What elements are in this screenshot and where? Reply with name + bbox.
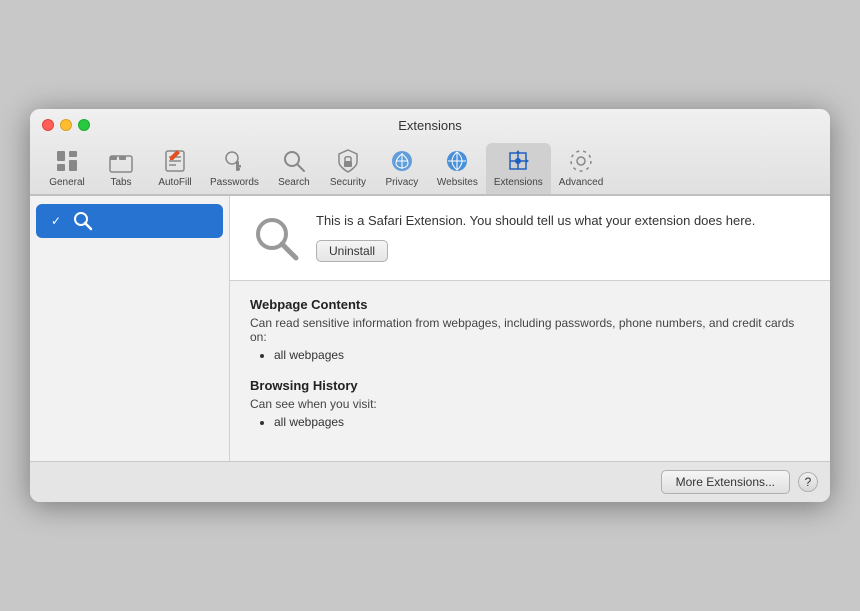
maximize-button[interactable] bbox=[78, 119, 90, 131]
webpage-contents-title: Webpage Contents bbox=[250, 297, 810, 312]
toolbar-item-extensions[interactable]: Extensions bbox=[486, 143, 551, 194]
toolbar: General Tabs bbox=[30, 139, 830, 194]
help-button[interactable]: ? bbox=[798, 472, 818, 492]
toolbar-item-passwords[interactable]: Passwords bbox=[202, 143, 267, 194]
tabs-label: Tabs bbox=[110, 177, 131, 188]
advanced-label: Advanced bbox=[559, 177, 603, 188]
titlebar: Extensions General bbox=[30, 109, 830, 195]
search-icon bbox=[280, 147, 308, 175]
close-button[interactable] bbox=[42, 119, 54, 131]
minimize-button[interactable] bbox=[60, 119, 72, 131]
window-controls bbox=[42, 119, 90, 131]
browsing-history-item: all webpages bbox=[274, 415, 810, 429]
sidebar-ext-icon bbox=[72, 210, 94, 232]
search-label: Search bbox=[278, 177, 310, 188]
toolbar-item-search[interactable]: Search bbox=[267, 143, 321, 194]
privacy-icon bbox=[388, 147, 416, 175]
passwords-label: Passwords bbox=[210, 177, 259, 188]
extension-description-text: This is a Safari Extension. You should t… bbox=[316, 212, 810, 230]
footer: More Extensions... ? bbox=[30, 461, 830, 502]
webpage-contents-item: all webpages bbox=[274, 348, 810, 362]
websites-icon bbox=[443, 147, 471, 175]
toolbar-item-privacy[interactable]: Privacy bbox=[375, 143, 429, 194]
extensions-icon bbox=[504, 147, 532, 175]
window-title: Extensions bbox=[398, 118, 462, 133]
toolbar-item-security[interactable]: Security bbox=[321, 143, 375, 194]
browsing-history-title: Browsing History bbox=[250, 378, 810, 393]
permissions-area: Webpage Contents Can read sensitive info… bbox=[230, 281, 830, 461]
security-icon bbox=[334, 147, 362, 175]
safari-extensions-window: Extensions General bbox=[30, 109, 830, 502]
toolbar-item-general[interactable]: General bbox=[40, 143, 94, 194]
sidebar-item-search-ext[interactable]: ✓ bbox=[36, 204, 223, 238]
more-extensions-button[interactable]: More Extensions... bbox=[661, 470, 790, 494]
toolbar-item-autofill[interactable]: AutoFill bbox=[148, 143, 202, 194]
sidebar: ✓ bbox=[30, 196, 230, 461]
webpage-contents-desc: Can read sensitive information from webp… bbox=[250, 316, 810, 344]
autofill-icon bbox=[161, 147, 189, 175]
advanced-icon bbox=[567, 147, 595, 175]
security-label: Security bbox=[330, 177, 366, 188]
tabs-icon bbox=[107, 147, 135, 175]
browsing-history-list: all webpages bbox=[274, 415, 810, 429]
content-area: ✓ MALWARETIPS bbox=[30, 195, 830, 461]
titlebar-top: Extensions bbox=[30, 119, 830, 139]
extensions-label: Extensions bbox=[494, 177, 543, 188]
extension-info: This is a Safari Extension. You should t… bbox=[230, 196, 830, 281]
toolbar-item-advanced[interactable]: Advanced bbox=[551, 143, 611, 194]
check-icon: ✓ bbox=[48, 213, 64, 229]
uninstall-button[interactable]: Uninstall bbox=[316, 240, 388, 262]
general-label: General bbox=[49, 177, 85, 188]
extension-description: This is a Safari Extension. You should t… bbox=[316, 212, 810, 262]
main-panel: MALWARETIPS This is a Safari Extension. … bbox=[230, 196, 830, 461]
browsing-history-desc: Can see when you visit: bbox=[250, 397, 810, 411]
toolbar-item-websites[interactable]: Websites bbox=[429, 143, 486, 194]
webpage-contents-list: all webpages bbox=[274, 348, 810, 362]
browsing-history-section: Browsing History Can see when you visit:… bbox=[250, 378, 810, 429]
general-icon bbox=[53, 147, 81, 175]
webpage-contents-section: Webpage Contents Can read sensitive info… bbox=[250, 297, 810, 362]
privacy-label: Privacy bbox=[386, 177, 419, 188]
extension-big-icon bbox=[250, 212, 302, 264]
autofill-label: AutoFill bbox=[158, 177, 191, 188]
toolbar-item-tabs[interactable]: Tabs bbox=[94, 143, 148, 194]
websites-label: Websites bbox=[437, 177, 478, 188]
passwords-icon bbox=[220, 147, 248, 175]
